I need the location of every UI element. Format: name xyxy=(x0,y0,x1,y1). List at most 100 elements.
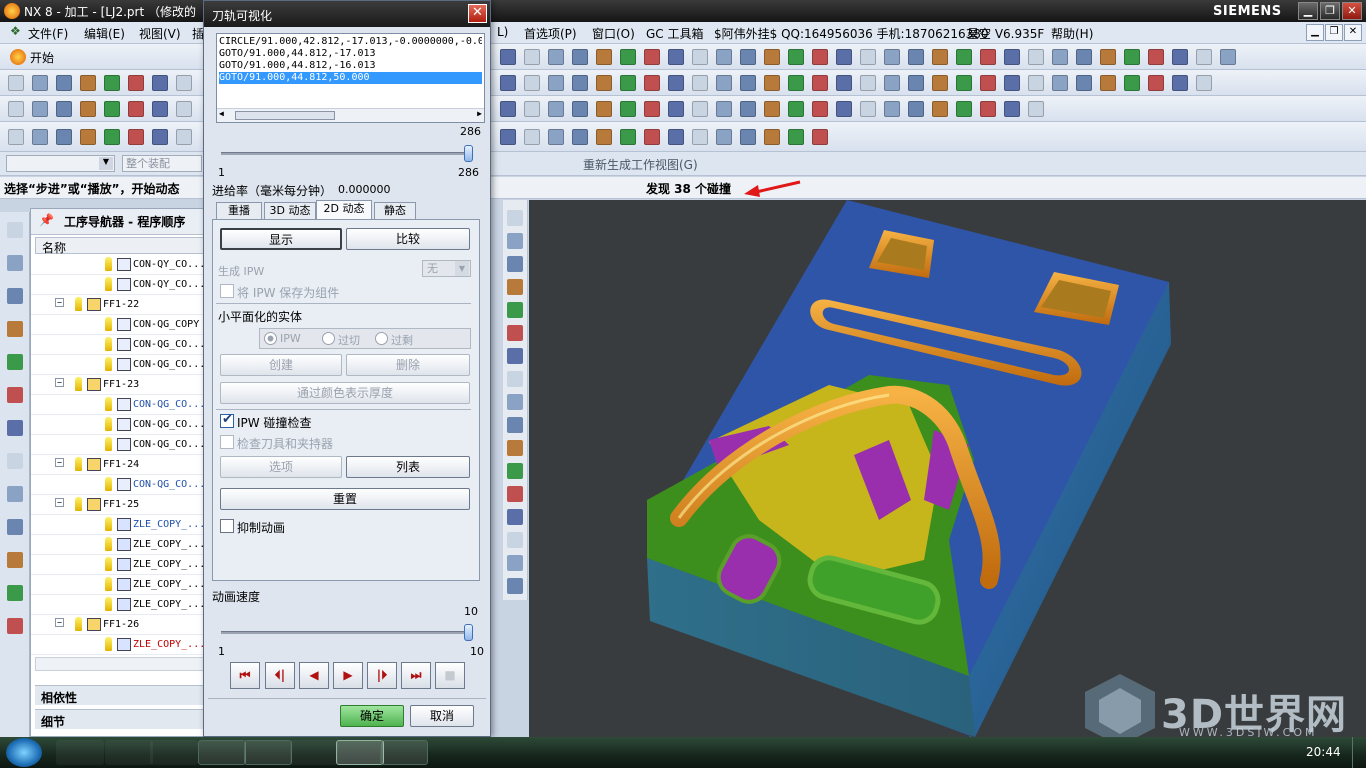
toolbar-tool-icon[interactable] xyxy=(860,75,876,91)
operation-row[interactable]: ZLE_COPY_... xyxy=(31,575,205,595)
toolbar-tool-icon[interactable] xyxy=(500,129,516,145)
step-back-button[interactable]: ⏴| xyxy=(265,662,295,689)
toolbar-tool-icon[interactable] xyxy=(1076,49,1092,65)
navigator-hscrollbar[interactable] xyxy=(35,657,205,671)
assembly-scope-dropdown[interactable]: 整个装配 xyxy=(122,155,202,172)
toolbar-tool-icon[interactable] xyxy=(908,49,924,65)
program-group-row[interactable]: − FF1-26 xyxy=(31,615,205,635)
toolbar-tool-icon[interactable] xyxy=(884,101,900,117)
toolbar-tool-icon[interactable] xyxy=(1172,49,1188,65)
view-tool-icon[interactable] xyxy=(507,325,523,341)
toolbar-tool-icon[interactable] xyxy=(620,49,636,65)
menu-help[interactable]: 帮助(H) xyxy=(1051,25,1093,42)
listing-hscrollbar[interactable]: ◀ ▶ xyxy=(217,108,484,122)
toolbar-tool-icon[interactable] xyxy=(788,129,804,145)
toolbar-tool-icon[interactable] xyxy=(644,101,660,117)
view-tool-icon[interactable] xyxy=(507,256,523,272)
toolbar-tool-icon[interactable] xyxy=(716,49,732,65)
operation-row[interactable]: ZLE_COPY_... xyxy=(31,595,205,615)
details-panel[interactable]: 细节 xyxy=(35,709,205,729)
program-group-row[interactable]: − FF1-23 xyxy=(31,375,205,395)
toolbar-tool-icon[interactable] xyxy=(596,75,612,91)
step-slider-thumb[interactable] xyxy=(464,145,473,162)
toolbar-tool-icon[interactable] xyxy=(884,49,900,65)
operation-row[interactable]: CON-QY_CO... xyxy=(31,255,205,275)
toolbar-tool-icon[interactable] xyxy=(620,75,636,91)
menu-plugin[interactable]: $阿伟外挂$ QQ:164956036 手机:18706216380 xyxy=(714,25,989,42)
toolbar-tool-icon[interactable] xyxy=(980,75,996,91)
toolbar-tool-icon[interactable] xyxy=(836,101,852,117)
view-tool-icon[interactable] xyxy=(507,555,523,571)
scroll-thumb[interactable] xyxy=(235,111,335,120)
toolbar-tool-icon[interactable] xyxy=(860,101,876,117)
cancel-button[interactable]: 取消 xyxy=(410,705,474,727)
toolbar-tool-icon[interactable] xyxy=(1028,101,1044,117)
ipw-collision-checkbox[interactable]: ✔ xyxy=(220,412,234,428)
toolbar-tool-icon[interactable] xyxy=(764,129,780,145)
menu-preferences[interactable]: 首选项(P) xyxy=(524,25,577,42)
toolbar-tool-icon[interactable] xyxy=(956,75,972,91)
toolbar-tool-icon[interactable] xyxy=(740,49,756,65)
start-orb-icon[interactable] xyxy=(6,738,42,767)
toolbar-tool-icon[interactable] xyxy=(692,129,708,145)
toolbar-tool-icon[interactable] xyxy=(1004,101,1020,117)
program-group-row[interactable]: − FF1-22 xyxy=(31,295,205,315)
toolbar-tool-icon[interactable] xyxy=(1196,75,1212,91)
toolbar-tool-icon[interactable] xyxy=(524,75,540,91)
toolbar-tool-icon[interactable] xyxy=(1124,75,1140,91)
nx-viewer-task-icon[interactable] xyxy=(380,740,428,765)
collapse-toggle-icon[interactable]: − xyxy=(55,458,64,467)
system-tray[interactable] xyxy=(1080,743,1292,761)
resource-tab-icon[interactable] xyxy=(7,453,23,469)
resource-tab-icon[interactable] xyxy=(7,321,23,337)
radio-excess[interactable] xyxy=(375,332,388,345)
toolbar-tool-icon[interactable] xyxy=(1124,49,1140,65)
operation-row[interactable]: ZLE_COPY_... xyxy=(31,535,205,555)
toolbar-tool-icon[interactable] xyxy=(1100,49,1116,65)
toolbar-tool-icon[interactable] xyxy=(932,75,948,91)
toolbar-tool-icon[interactable] xyxy=(524,101,540,117)
toolbar-tool-icon[interactable] xyxy=(620,129,636,145)
toolbar-tool-icon[interactable] xyxy=(908,75,924,91)
toolbar-tool-icon[interactable] xyxy=(716,129,732,145)
toolbar-tool-icon[interactable] xyxy=(644,75,660,91)
toolbar-tool-icon[interactable] xyxy=(548,49,564,65)
toolbar-tool-icon[interactable] xyxy=(32,75,48,91)
toolbar-tool-icon[interactable] xyxy=(1004,75,1020,91)
view-tool-icon[interactable] xyxy=(507,233,523,249)
toolbar-tool-icon[interactable] xyxy=(788,49,804,65)
gen-ipw-dropdown[interactable]: 无 ▼ xyxy=(422,260,471,277)
doc-close-button[interactable]: ✕ xyxy=(1344,24,1362,41)
toolbar-tool-icon[interactable] xyxy=(692,75,708,91)
play-backward-button[interactable]: ◀ xyxy=(299,662,329,689)
toolbar-tool-icon[interactable] xyxy=(812,75,828,91)
collapse-toggle-icon[interactable]: − xyxy=(55,378,64,387)
compare-button[interactable]: 比较 xyxy=(346,228,470,250)
toolbar-tool-icon[interactable] xyxy=(788,75,804,91)
operation-row[interactable]: ZLE_COPY_... xyxy=(31,635,205,655)
toolbar-tool-icon[interactable] xyxy=(716,101,732,117)
toolbar-tool-icon[interactable] xyxy=(740,101,756,117)
resource-tab-icon[interactable] xyxy=(7,519,23,535)
list-button[interactable]: 列表 xyxy=(346,456,470,478)
menu-file[interactable]: 文件(F) xyxy=(28,25,68,42)
toolbar-tool-icon[interactable] xyxy=(500,49,516,65)
toolbar-tool-icon[interactable] xyxy=(716,75,732,91)
toolbar-tool-icon[interactable] xyxy=(620,101,636,117)
start-menu-button[interactable]: 开始 xyxy=(30,49,54,66)
toolbar-tool-icon[interactable] xyxy=(572,49,588,65)
toolbar-tool-icon[interactable] xyxy=(572,101,588,117)
toolbar-tool-icon[interactable] xyxy=(56,101,72,117)
fast-forward-button[interactable]: ⏭ xyxy=(401,662,431,689)
listing-line[interactable]: CIRCLE/91.000,42.812,-17.013,-0.0000000,… xyxy=(219,36,482,48)
regenerate-view-button[interactable]: 重新生成工作视图(G) xyxy=(583,156,698,173)
toolbar-tool-icon[interactable] xyxy=(596,101,612,117)
view-tool-icon[interactable] xyxy=(507,394,523,410)
view-tool-icon[interactable] xyxy=(507,509,523,525)
toolbar-tool-icon[interactable] xyxy=(524,49,540,65)
operation-row[interactable]: CON-QY_CO... xyxy=(31,275,205,295)
toolbar-tool-icon[interactable] xyxy=(128,129,144,145)
toolbar-tool-icon[interactable] xyxy=(1004,49,1020,65)
toolbar-tool-icon[interactable] xyxy=(812,129,828,145)
toolbar-tool-icon[interactable] xyxy=(668,49,684,65)
